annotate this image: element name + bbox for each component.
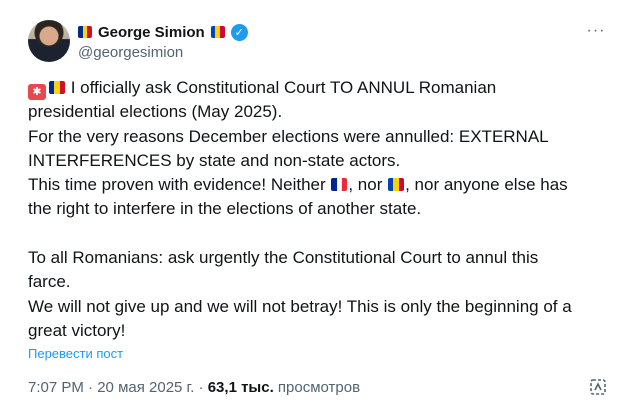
- post-line: great victory!: [28, 320, 126, 340]
- tweet-card: George Simion ✓ @georgesimion ··· ✱ I of…: [0, 0, 638, 416]
- grok-analyze-icon[interactable]: [588, 377, 608, 397]
- post-time[interactable]: 7:07 PM: [28, 379, 84, 396]
- more-options-icon[interactable]: ···: [584, 22, 608, 42]
- post-line: We will not give up and we will not betr…: [28, 296, 572, 316]
- translate-post-link[interactable]: Перевести пост: [28, 346, 123, 361]
- post-line: For the very reasons December elections …: [28, 126, 549, 146]
- moldova-flag-icon: [388, 178, 405, 192]
- views-count: 63,1 тыс.: [207, 379, 274, 396]
- post-line: To all Romanians: ask urgently the Const…: [28, 248, 539, 268]
- moldova-flag-icon: [210, 26, 225, 38]
- post-meta: 7:07 PM · 20 мая 2025 г. · 63,1 тыс. про…: [28, 379, 360, 396]
- post-line: presidential elections (May 2025).: [28, 102, 283, 122]
- post-line: INTERFERENCES by state and non-state act…: [28, 150, 401, 170]
- post-line-text: , nor: [348, 175, 388, 195]
- post-line: farce.: [28, 272, 71, 292]
- siren-emoji-icon: ✱: [28, 84, 46, 101]
- romania-flag-icon: [49, 81, 65, 94]
- post-date[interactable]: 20 мая 2025 г.: [97, 379, 194, 396]
- post-line: the right to interfere in the elections …: [28, 199, 422, 219]
- post-line: ✱ I officially ask Constitutional Court …: [28, 76, 618, 101]
- author-name-row[interactable]: George Simion ✓: [78, 22, 248, 42]
- post-line-text: I officially ask Constitutional Court TO…: [70, 78, 497, 97]
- meta-separator: ·: [83, 379, 98, 396]
- views-label: просмотров: [273, 379, 361, 396]
- author-handle[interactable]: @georgesimion: [78, 44, 183, 61]
- post-line: This time proven with evidence! Neither …: [28, 173, 618, 197]
- avatar[interactable]: [28, 20, 70, 62]
- romania-flag-icon: [78, 26, 92, 38]
- france-flag-icon: [331, 178, 348, 192]
- meta-separator: ·: [194, 379, 208, 396]
- author-display-name[interactable]: George Simion: [98, 24, 205, 41]
- verified-badge-icon[interactable]: ✓: [230, 23, 248, 41]
- grok-analyze-icon-svg: [590, 379, 606, 395]
- post-line-text: , nor anyone else has: [405, 175, 568, 195]
- post-line-text: This time proven with evidence! Neither: [28, 175, 331, 195]
- post-text: ✱ I officially ask Constitutional Court …: [28, 76, 618, 343]
